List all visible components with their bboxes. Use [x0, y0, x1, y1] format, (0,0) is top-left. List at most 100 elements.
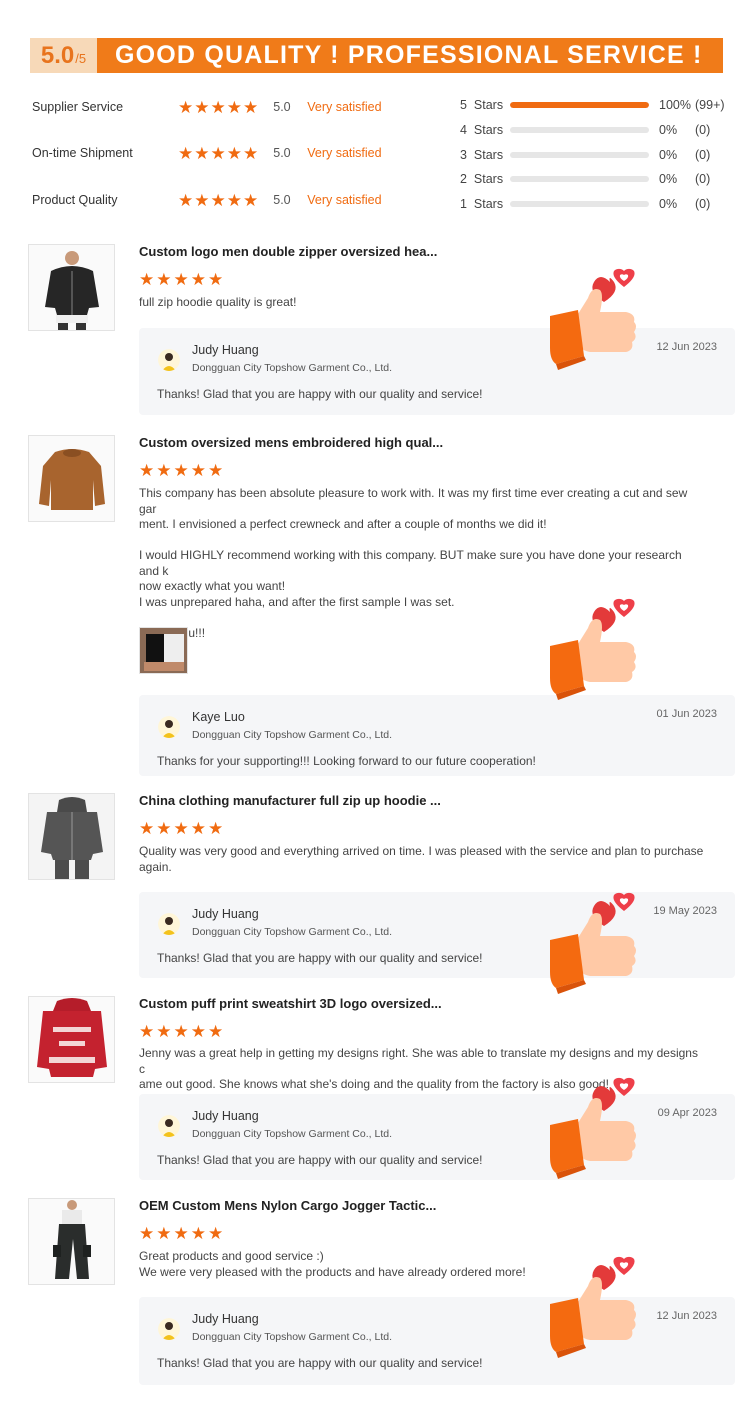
review-stars: ★ ★ ★ ★ ★ — [139, 1023, 223, 1040]
product-thumbnail[interactable] — [28, 996, 115, 1083]
star-icon: ★ — [156, 1224, 172, 1243]
review-product-title[interactable]: Custom logo men double zipper oversized … — [139, 244, 437, 259]
thumbs-up-heart-icon — [548, 268, 640, 376]
review-product-title[interactable]: Custom oversized mens embroidered high q… — [139, 435, 443, 450]
distribution-bar — [510, 127, 649, 133]
thumbs-up-heart-icon — [548, 892, 640, 1000]
star-icon: ★ — [190, 270, 206, 289]
review-stars: ★ ★ ★ ★ ★ — [139, 462, 223, 479]
star-icon: ★ — [173, 270, 189, 289]
distribution-label: 5 Stars — [460, 98, 504, 112]
star-distribution-row: 3 Stars 0% (0) — [460, 145, 735, 165]
star-distribution-row: 5 Stars 100% (99+) — [460, 95, 735, 115]
reply-message: Thanks! Glad that you are happy with our… — [157, 1356, 483, 1370]
product-thumbnail[interactable] — [28, 244, 115, 331]
avatar — [158, 1318, 180, 1340]
distribution-label: 2 Stars — [460, 172, 504, 186]
star-icon: ★ — [139, 1022, 155, 1041]
star-icon: ★ — [190, 1224, 206, 1243]
star-icon: ★ — [156, 461, 172, 480]
reply-company: Dongguan City Topshow Garment Co., Ltd. — [192, 1128, 392, 1140]
star-distribution-row: 2 Stars 0% (0) — [460, 169, 735, 189]
star-icon: ★ — [243, 190, 259, 210]
review-text-content: Quality was very good and everything arr… — [139, 844, 704, 874]
review-text: Quality was very good and everything arr… — [139, 844, 704, 875]
distribution-bar — [510, 176, 649, 182]
rating-label: Product Quality — [32, 193, 118, 207]
rating-stars: ★ ★ ★ ★ ★ — [178, 99, 258, 116]
reply-company: Dongguan City Topshow Garment Co., Ltd. — [192, 729, 392, 741]
review-stars: ★ ★ ★ ★ ★ — [139, 1225, 223, 1242]
distribution-count: (0) — [695, 172, 711, 186]
rating-value: 5.0 — [273, 193, 291, 207]
star-icon: ★ — [190, 461, 206, 480]
star-icon: ★ — [173, 819, 189, 838]
star-icon: ★ — [226, 97, 242, 117]
rating-label: Supplier Service — [32, 100, 124, 114]
review-product-title[interactable]: OEM Custom Mens Nylon Cargo Jogger Tacti… — [139, 1198, 436, 1213]
star-icon: ★ — [156, 819, 172, 838]
star-icon: ★ — [178, 143, 194, 163]
thumbs-up-heart-icon — [548, 1256, 640, 1364]
distribution-count: (0) — [695, 148, 711, 162]
avatar — [158, 913, 180, 935]
supplier-reply: Judy Huang Dongguan City Topshow Garment … — [139, 1094, 735, 1180]
star-icon: ★ — [178, 97, 194, 117]
distribution-percent: 0% — [659, 123, 678, 137]
review-photo[interactable] — [139, 627, 188, 674]
star-icon: ★ — [210, 97, 226, 117]
distribution-count: (99+) — [695, 98, 725, 112]
product-thumbnail[interactable] — [28, 1198, 115, 1285]
distribution-bar-fill — [510, 102, 649, 108]
distribution-percent: 0% — [659, 148, 678, 162]
supplier-reply: Judy Huang Dongguan City Topshow Garment … — [139, 328, 735, 415]
reply-message: Thanks! Glad that you are happy with our… — [157, 951, 483, 965]
star-icon: ★ — [210, 190, 226, 210]
star-icon: ★ — [194, 143, 210, 163]
thumbs-up-heart-icon — [548, 1077, 640, 1185]
star-icon: ★ — [139, 270, 155, 289]
product-thumbnail[interactable] — [28, 793, 115, 880]
rating-text: Very satisfied — [307, 146, 382, 160]
slogan: GOOD QUALITY ! PROFESSIONAL SERVICE ! — [97, 38, 723, 73]
reply-author-name: Judy Huang — [192, 1312, 259, 1326]
supplier-reply: Judy Huang Dongguan City Topshow Garment … — [139, 1297, 735, 1385]
rating-text: Very satisfied — [307, 193, 382, 207]
rating-row: On-time Shipment ★ ★ ★ ★ ★ 5.0 Very satisfied — [32, 143, 382, 163]
star-icon: ★ — [208, 819, 224, 838]
star-distribution-row: 1 Stars 0% (0) — [460, 194, 735, 214]
star-icon: ★ — [173, 1022, 189, 1041]
supplier-reply: Kaye Luo Dongguan City Topshow Garment Co… — [139, 695, 735, 776]
review-product-title[interactable]: Custom puff print sweatshirt 3D logo ove… — [139, 996, 442, 1011]
star-icon: ★ — [139, 461, 155, 480]
star-icon: ★ — [243, 143, 259, 163]
avatar — [158, 349, 180, 371]
reply-message: Thanks for your supporting!!! Looking fo… — [157, 754, 536, 768]
reply-author-name: Judy Huang — [192, 1109, 259, 1123]
star-icon: ★ — [194, 97, 210, 117]
product-thumbnail[interactable] — [28, 435, 115, 522]
distribution-bar — [510, 201, 649, 207]
distribution-bar — [510, 102, 649, 108]
distribution-label: 3 Stars — [460, 148, 504, 162]
review-product-title[interactable]: China clothing manufacturer full zip up … — [139, 793, 441, 808]
reply-date: 09 Apr 2023 — [657, 1107, 717, 1119]
distribution-label: 1 Stars — [460, 197, 504, 211]
reply-message: Thanks! Glad that you are happy with our… — [157, 1153, 483, 1167]
star-icon: ★ — [243, 97, 259, 117]
star-icon: ★ — [208, 1022, 224, 1041]
rating-value: 5.0 — [273, 146, 291, 160]
star-distribution-row: 4 Stars 0% (0) — [460, 120, 735, 140]
overall-score: 5.0 — [40, 42, 75, 69]
distribution-label: 4 Stars — [460, 123, 504, 137]
star-icon: ★ — [194, 190, 210, 210]
star-icon: ★ — [156, 270, 172, 289]
star-icon: ★ — [139, 1224, 155, 1243]
review-stars: ★ ★ ★ ★ ★ — [139, 820, 223, 837]
overall-score-box: 5.0 /5 — [30, 38, 97, 73]
distribution-percent: 0% — [659, 197, 678, 211]
star-icon: ★ — [208, 270, 224, 289]
reply-message: Thanks! Glad that you are happy with our… — [157, 387, 483, 401]
reply-company: Dongguan City Topshow Garment Co., Ltd. — [192, 1331, 392, 1343]
star-icon: ★ — [190, 819, 206, 838]
